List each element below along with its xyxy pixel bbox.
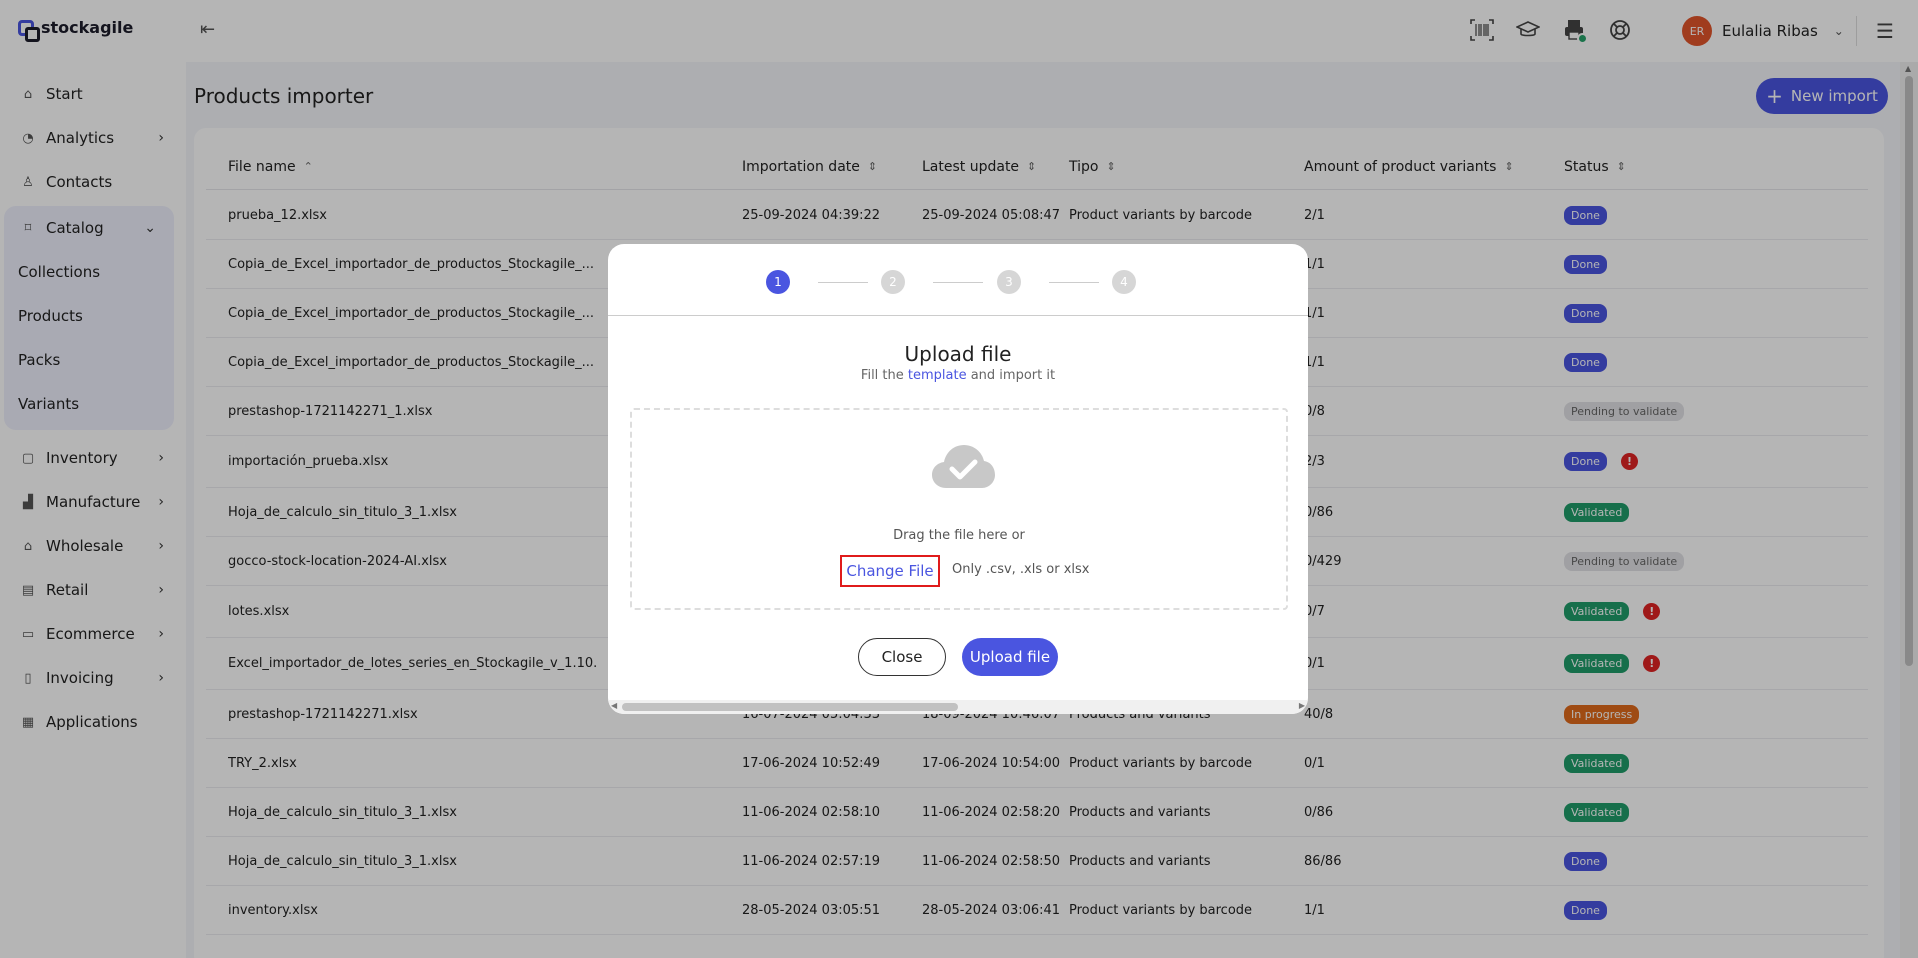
upload-file-modal: 1 2 3 4 Upload file Fill the template an…	[608, 244, 1308, 714]
modal-horizontal-scrollbar[interactable]: ◀ ▶	[608, 700, 1308, 714]
step-3: 3	[997, 270, 1021, 294]
upload-file-button[interactable]: Upload file	[962, 638, 1058, 676]
file-dropzone[interactable]: Drag the file here or Change File Only .…	[630, 408, 1288, 610]
template-link[interactable]: template	[908, 368, 967, 383]
close-button[interactable]: Close	[858, 638, 946, 676]
modal-title: Upload file	[904, 342, 1012, 366]
modal-subtitle: Fill the template and import it	[860, 368, 1056, 383]
allowed-formats-text: Only .csv, .xls or xlsx	[952, 562, 1090, 577]
step-2: 2	[881, 270, 905, 294]
scrollbar-thumb[interactable]	[622, 703, 958, 711]
cloud-check-icon	[932, 445, 995, 488]
stepper: 1 2 3 4	[608, 244, 1308, 316]
change-file-button[interactable]: Change File	[840, 555, 940, 587]
drag-text: Drag the file here or	[893, 528, 1025, 543]
step-4: 4	[1112, 270, 1136, 294]
step-1: 1	[766, 270, 790, 294]
